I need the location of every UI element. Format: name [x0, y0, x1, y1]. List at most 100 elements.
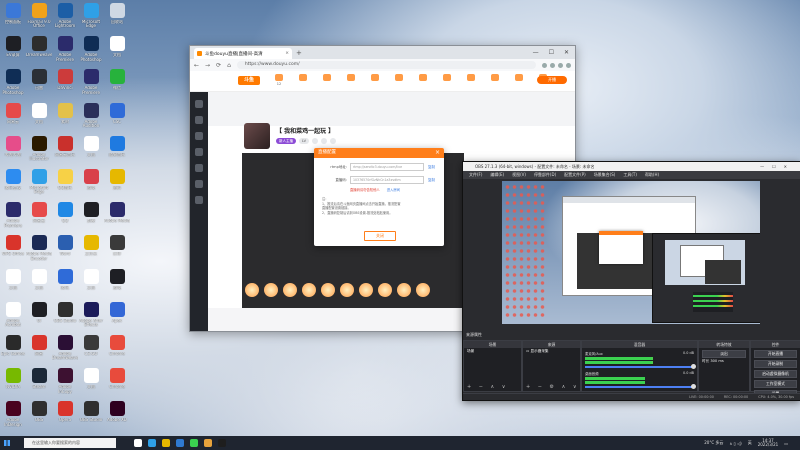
- modal-close-button[interactable]: 关闭: [364, 231, 396, 241]
- site-nav-item[interactable]: 12: [272, 74, 286, 86]
- desktop-icon[interactable]: Dreamweaver: [26, 36, 52, 62]
- desktop-icon[interactable]: CSC: [105, 102, 129, 129]
- room-tag[interactable]: [311, 138, 318, 144]
- maximize-button[interactable]: ☐: [549, 49, 554, 56]
- site-nav-item[interactable]: [488, 74, 502, 86]
- taskbar-app-icon[interactable]: [176, 439, 184, 447]
- obs-control-button[interactable]: 开始录制: [754, 360, 797, 368]
- desktop-icon[interactable]: Adobe Dreamweaver: [52, 335, 78, 361]
- site-nav-item[interactable]: [344, 74, 358, 86]
- desktop-icon[interactable]: 文档: [79, 368, 103, 394]
- desktop-icon[interactable]: QQ: [53, 202, 77, 228]
- obs-control-button[interactable]: 退出: [754, 400, 797, 401]
- desktop-icon[interactable]: Adobe After Effects: [79, 301, 103, 328]
- gift-icon[interactable]: [416, 283, 430, 297]
- desktop-icon[interactable]: 网易: [27, 335, 51, 361]
- desktop-icon[interactable]: Microsoft Edge: [27, 169, 51, 195]
- desktop-icon[interactable]: DaVinci: [53, 69, 77, 95]
- desktop-icon[interactable]: Adobe InDesign: [1, 401, 25, 427]
- desktop-icon[interactable]: 酷狗音乐: [105, 135, 129, 162]
- desktop-icon[interactable]: 文档: [27, 102, 51, 129]
- taskbar-app-icon[interactable]: [218, 439, 226, 447]
- obs-menu-item[interactable]: 场景集合(S): [594, 171, 616, 179]
- desktop-icon[interactable]: OBS Studio: [53, 301, 77, 328]
- desktop-icon[interactable]: 文档: [79, 135, 103, 162]
- desktop-icon[interactable]: WPS Office: [1, 235, 25, 261]
- site-nav-item[interactable]: [464, 74, 478, 86]
- extension-icons[interactable]: [542, 62, 571, 68]
- desktop-icon[interactable]: Foxmail 9.0 Office: [27, 3, 51, 29]
- site-nav-item[interactable]: [440, 74, 454, 86]
- reload-icon[interactable]: ⟳: [216, 62, 221, 69]
- open-live-button[interactable]: 开播: [537, 76, 567, 84]
- modal-close-icon[interactable]: ×: [435, 148, 440, 158]
- desktop-icon[interactable]: 剪映: [79, 202, 103, 228]
- taskbar-app-icon[interactable]: [148, 439, 156, 447]
- obs-control-button[interactable]: 启动虚拟摄像机: [754, 370, 797, 378]
- streamer-avatar[interactable]: [244, 123, 270, 149]
- desktop-icon[interactable]: Adobe InCopy: [53, 368, 77, 394]
- obs-menu-item[interactable]: 编辑(E): [490, 171, 504, 179]
- desktop-icon[interactable]: Adobe Lightroom: [53, 3, 77, 29]
- minimize-button[interactable]: —: [533, 49, 539, 56]
- desktop-icon[interactable]: QQ音乐: [53, 169, 77, 195]
- new-tab-button[interactable]: +: [296, 49, 302, 57]
- site-nav-item[interactable]: [296, 74, 310, 86]
- gift-icon[interactable]: [378, 283, 392, 297]
- scene-controls[interactable]: + − ∧ ∨: [467, 384, 508, 390]
- desktop-icon[interactable]: 打印: [105, 235, 129, 261]
- desktop-icon[interactable]: 文档: [79, 268, 103, 295]
- ime-indicator[interactable]: 英: [748, 440, 752, 446]
- desktop-icon[interactable]: 腾讯: [53, 268, 77, 295]
- modal-link[interactable]: 进入房间: [387, 188, 400, 192]
- desktop-icon[interactable]: Adobe Illustrator: [27, 135, 51, 162]
- copy-button[interactable]: 复制: [428, 178, 435, 183]
- obs-window-controls[interactable]: —☐✕: [760, 162, 795, 171]
- obs-menu-item[interactable]: 工具(T): [623, 171, 637, 179]
- gift-icon[interactable]: [359, 283, 373, 297]
- modal-field-input[interactable]: rtmp://sendtc3.douyu.com/live: [350, 163, 424, 171]
- obs-menu-item[interactable]: 视图(V): [512, 171, 526, 179]
- desktop-icon[interactable]: Adobe Acrobat: [1, 301, 25, 328]
- gift-icon[interactable]: [321, 283, 335, 297]
- desktop-icon[interactable]: 网易云音乐: [53, 135, 77, 162]
- gift-icon[interactable]: [283, 283, 297, 297]
- obs-menu-item[interactable]: 停靠部件(D): [534, 171, 556, 179]
- desktop-icon[interactable]: 网易云: [27, 202, 51, 228]
- copy-button[interactable]: 复制: [428, 165, 435, 170]
- desktop-icon[interactable]: Adobe Media: [104, 202, 130, 228]
- desktop-icon[interactable]: 游戏: [79, 169, 103, 195]
- desktop-icon[interactable]: EV录屏: [1, 36, 25, 62]
- site-nav-item[interactable]: [320, 74, 334, 86]
- room-tag[interactable]: [320, 138, 327, 144]
- room-tag[interactable]: [329, 138, 336, 144]
- desktop-icon[interactable]: Microsoft Edge: [79, 3, 103, 29]
- site-nav-item[interactable]: [392, 74, 406, 86]
- desktop-icon[interactable]: 腾讯会议: [1, 169, 25, 195]
- douyu-logo[interactable]: 斗鱼: [238, 76, 260, 85]
- obs-menu-item[interactable]: 帮助(H): [645, 171, 659, 179]
- windows-start-button[interactable]: [0, 436, 14, 450]
- desktop-icon[interactable]: Adobe Media Encoder: [26, 235, 52, 261]
- taskbar-app-icon[interactable]: [190, 439, 198, 447]
- desktop-icon[interactable]: 文档: [1, 268, 25, 295]
- gift-icon[interactable]: [397, 283, 411, 297]
- close-window-button[interactable]: ✕: [564, 49, 569, 56]
- desktop-icon[interactable]: Apex: [105, 301, 129, 328]
- site-nav-item[interactable]: [368, 74, 382, 86]
- desktop-icon[interactable]: Chrome: [105, 368, 129, 394]
- room-tag[interactable]: 新人主播: [276, 138, 296, 144]
- desktop-icon[interactable]: CS:GO: [79, 335, 103, 361]
- desktop-icon[interactable]: Word: [53, 235, 77, 261]
- obs-control-button[interactable]: 开始直播: [754, 350, 797, 358]
- desktop-icon[interactable]: 文档: [27, 268, 51, 295]
- obs-control-button[interactable]: 工作室模式: [754, 380, 797, 388]
- home-icon[interactable]: ⌂: [227, 62, 231, 69]
- clock[interactable]: 14:37 2022/3/21: [758, 438, 779, 448]
- desktop-icon[interactable]: 文档: [105, 36, 129, 62]
- taskbar-search-input[interactable]: 在这里输入你要搜索的内容: [24, 438, 116, 448]
- back-icon[interactable]: ←: [194, 62, 199, 69]
- desktop-icon[interactable]: Adobe Audition: [79, 102, 103, 129]
- desktop-icon[interactable]: UI: [27, 301, 51, 328]
- volume-slider[interactable]: [585, 384, 696, 389]
